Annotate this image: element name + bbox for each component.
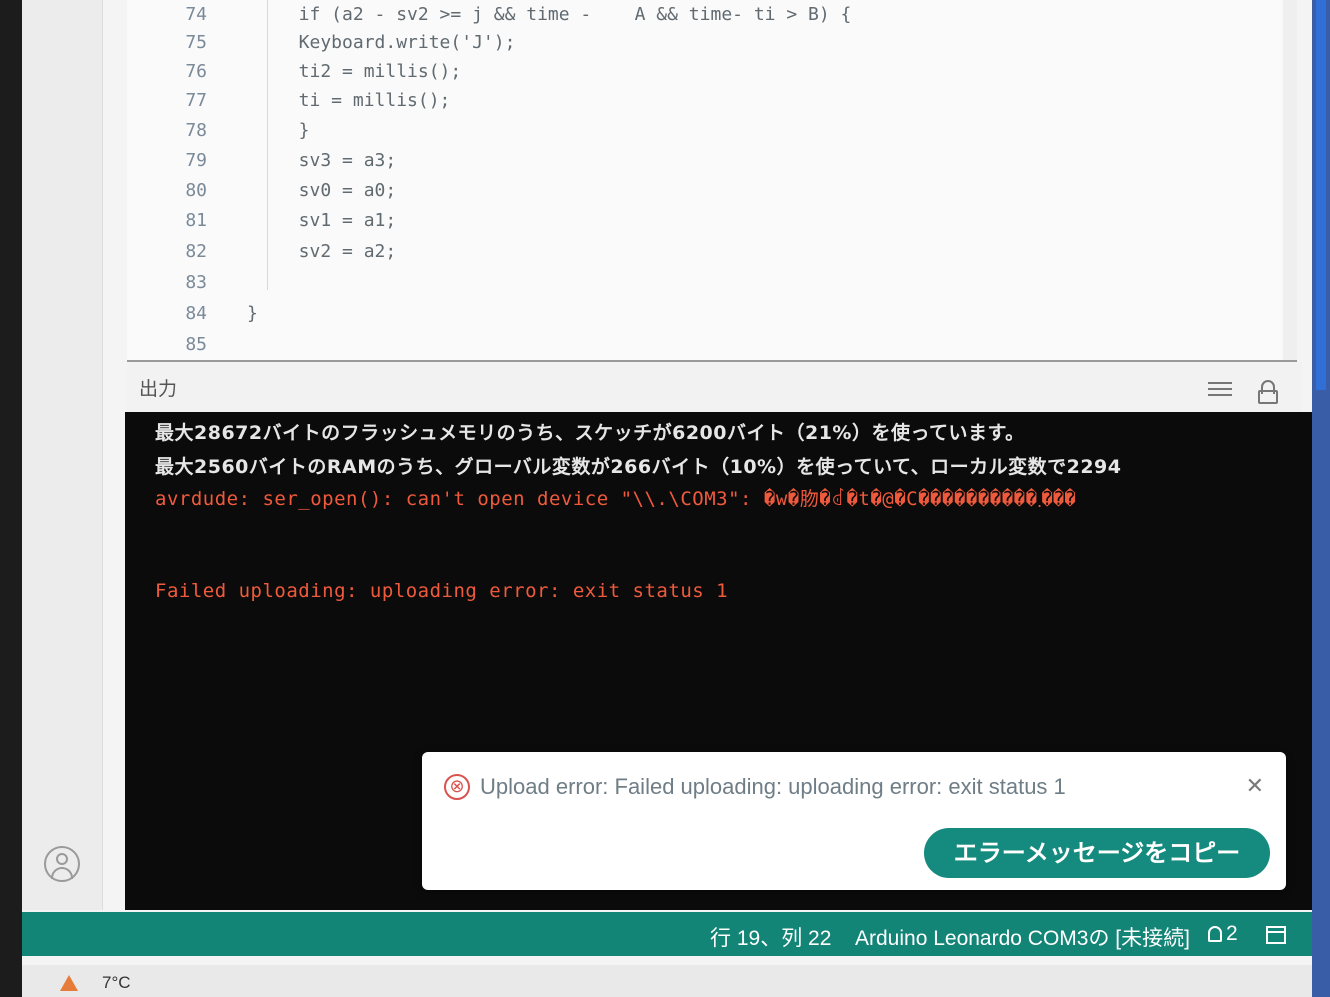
- output-panel-header: 出力: [127, 362, 1302, 412]
- weather-icon[interactable]: [52, 975, 78, 991]
- line-number: 80: [185, 180, 207, 201]
- monitor-bezel-left: [0, 0, 22, 997]
- notification-count: 2: [1226, 922, 1238, 945]
- console-line-avrdude-error: avrdude: ser_open(): can't open device "…: [155, 488, 1076, 510]
- console-line-ram-usage: 最大2560バイトのRAMのうち、グローバル変数が266バイト（10%）を使って…: [155, 456, 1122, 478]
- line-code[interactable]: sv1 = a1;: [277, 206, 397, 236]
- line-number: 78: [185, 120, 207, 141]
- editor-scrollbar[interactable]: [1283, 0, 1297, 362]
- desktop-background-right: [1312, 0, 1330, 997]
- scroll-lock-icon[interactable]: [1258, 380, 1278, 404]
- clear-output-icon[interactable]: [1208, 382, 1232, 400]
- line-number: 81: [185, 210, 207, 231]
- status-bar: 行 19、列 22 Arduino Leonardo COM3の [未接続] 2: [22, 912, 1312, 956]
- console-line-upload-failed: Failed uploading: uploading error: exit …: [155, 580, 729, 602]
- line-code[interactable]: }: [247, 299, 258, 329]
- line-number: 85: [185, 334, 207, 355]
- toggle-panel-icon[interactable]: [1266, 926, 1286, 944]
- board-selector[interactable]: Arduino Leonardo COM3の [未接続]: [855, 922, 1190, 952]
- console-line-flash-usage: 最大28672バイトのフラッシュメモリのうち、スケッチが6200バイト（21%）…: [155, 422, 1025, 444]
- upload-error-notification: ⊗ Upload error: Failed uploading: upload…: [422, 752, 1286, 890]
- arduino-ide-window: 74 if (a2 - sv2 >= j && time - A && time…: [22, 0, 1312, 965]
- line-code[interactable]: if (a2 - sv2 >= j && time - A && time- t…: [277, 0, 852, 30]
- close-icon[interactable]: ✕: [1246, 776, 1264, 798]
- notifications-button[interactable]: 2: [1208, 922, 1238, 946]
- line-number: 76: [185, 61, 207, 82]
- line-code[interactable]: ti = millis();: [277, 86, 451, 116]
- line-number: 79: [185, 150, 207, 171]
- notification-message: Upload error: Failed uploading: uploadin…: [480, 774, 1066, 799]
- line-code[interactable]: sv0 = a0;: [277, 176, 397, 206]
- account-icon[interactable]: [44, 846, 80, 882]
- line-number: 82: [185, 241, 207, 262]
- cursor-position[interactable]: 行 19、列 22: [710, 922, 831, 952]
- line-number: 83: [185, 272, 207, 293]
- bell-icon: [1208, 926, 1222, 942]
- line-number: 84: [185, 303, 207, 324]
- line-code[interactable]: ti2 = millis();: [277, 57, 462, 87]
- line-number: 74: [185, 4, 207, 25]
- line-code[interactable]: Keyboard.write('J');: [277, 28, 516, 58]
- weather-temperature[interactable]: 7°C: [102, 973, 131, 993]
- output-title: 出力: [139, 378, 178, 400]
- line-code[interactable]: }: [277, 116, 310, 146]
- line-code[interactable]: sv2 = a2;: [277, 237, 397, 267]
- indent-guide: [267, 0, 268, 290]
- code-editor[interactable]: 74 if (a2 - sv2 >= j && time - A && time…: [127, 0, 1297, 362]
- activity-bar: [22, 0, 103, 910]
- line-number: 77: [185, 90, 207, 111]
- line-number: 75: [185, 32, 207, 53]
- copy-error-message-button[interactable]: エラーメッセージをコピー: [924, 828, 1270, 878]
- error-icon: ⊗: [444, 774, 470, 800]
- windows-taskbar: 7°C: [22, 965, 1312, 997]
- line-code[interactable]: sv3 = a3;: [277, 146, 397, 176]
